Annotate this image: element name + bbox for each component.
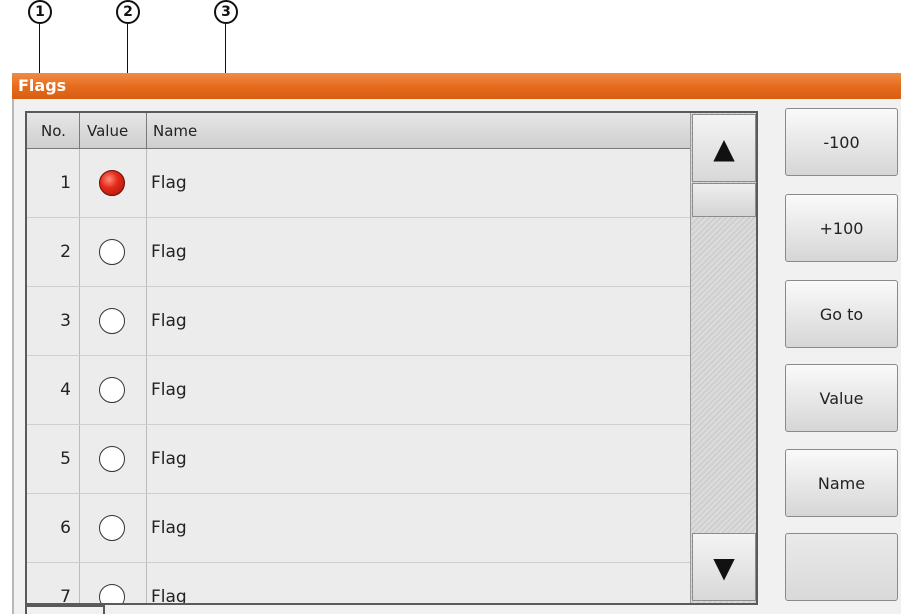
table-row[interactable]: 3 Flag (27, 287, 690, 356)
row-number: 1 (60, 173, 71, 193)
list-footer-tab (25, 605, 105, 614)
row-name: Flag (151, 449, 187, 469)
scroll-up-button[interactable]: ▲ (692, 114, 756, 182)
column-header-value[interactable]: Value (87, 113, 128, 148)
value-button[interactable]: Value (785, 364, 898, 432)
column-header-no[interactable]: No. (41, 113, 66, 148)
callout-1: 1 (28, 0, 52, 24)
scrollbar-thumb[interactable] (692, 183, 756, 217)
flag-state-indicator[interactable] (99, 584, 125, 603)
table-row[interactable]: 7 Flag (27, 563, 690, 605)
minus-100-button[interactable]: -100 (785, 108, 898, 176)
window-titlebar: Flags (12, 73, 901, 99)
scroll-down-button[interactable]: ▼ (692, 533, 756, 601)
row-number: 4 (60, 380, 71, 400)
flags-list[interactable]: No. Value Name 1 Flag 2 Flag 3 Flag 4 Fl… (25, 111, 758, 605)
row-name: Flag (151, 173, 187, 193)
flag-state-indicator[interactable] (99, 239, 125, 265)
go-to-button[interactable]: Go to (785, 280, 898, 348)
row-name: Flag (151, 587, 187, 605)
flag-state-indicator[interactable] (99, 170, 125, 196)
window-title: Flags (18, 76, 67, 95)
table-row[interactable]: 1 Flag (27, 149, 690, 218)
row-number: 5 (60, 449, 71, 469)
column-header-name[interactable]: Name (153, 113, 197, 148)
row-name: Flag (151, 518, 187, 538)
plus-100-button[interactable]: +100 (785, 194, 898, 262)
row-number: 6 (60, 518, 71, 538)
header-divider (79, 113, 80, 149)
table-row[interactable]: 4 Flag (27, 356, 690, 425)
table-row[interactable]: 5 Flag (27, 425, 690, 494)
table-row[interactable]: 6 Flag (27, 494, 690, 563)
name-button[interactable]: Name (785, 449, 898, 517)
row-number: 7 (60, 587, 71, 605)
window-frame (12, 99, 14, 614)
table-header: No. Value Name (27, 113, 690, 149)
row-number: 2 (60, 242, 71, 262)
callout-2: 2 (116, 0, 140, 24)
row-name: Flag (151, 380, 187, 400)
flag-state-indicator[interactable] (99, 308, 125, 334)
row-name: Flag (151, 242, 187, 262)
callout-3: 3 (214, 0, 238, 24)
table-row[interactable]: 2 Flag (27, 218, 690, 287)
row-name: Flag (151, 311, 187, 331)
flag-state-indicator[interactable] (99, 377, 125, 403)
blank-softkey-button[interactable] (785, 533, 898, 601)
triangle-up-icon: ▲ (713, 131, 735, 165)
flag-state-indicator[interactable] (99, 446, 125, 472)
flag-state-indicator[interactable] (99, 515, 125, 541)
row-number: 3 (60, 311, 71, 331)
triangle-down-icon: ▼ (713, 550, 735, 584)
header-divider (146, 113, 147, 149)
vertical-scrollbar[interactable]: ▲ ▼ (690, 113, 756, 603)
